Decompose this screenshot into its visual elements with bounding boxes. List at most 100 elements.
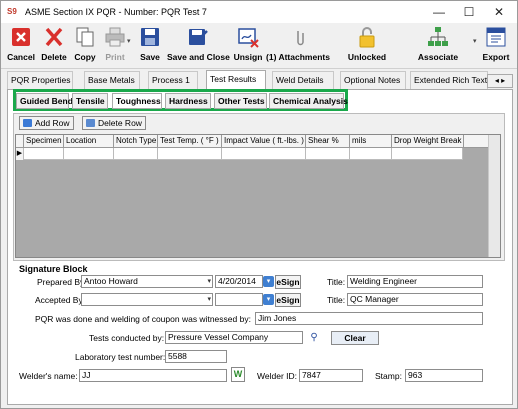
- welder-id-label: Welder ID:: [257, 371, 297, 381]
- lab-test-number-label: Laboratory test number:: [75, 352, 166, 362]
- prepared-by-label: Prepared By:: [37, 277, 87, 287]
- binoculars-search-icon[interactable]: ⚲: [307, 331, 321, 345]
- copy-icon: [73, 25, 97, 49]
- accepted-date-field[interactable]: [215, 293, 263, 306]
- grid-header[interactable]: Shear %: [306, 135, 350, 148]
- witness-label: PQR was done and welding of coupon was w…: [35, 314, 251, 324]
- pqr-window: S9 ASME Section IX PQR - Number: PQR Tes…: [0, 0, 518, 409]
- stamp-label: Stamp:: [375, 371, 402, 381]
- delete-row-button[interactable]: Delete Row: [82, 116, 146, 130]
- chevron-down-icon: ▾: [207, 278, 211, 285]
- accepted-title-label: Title:: [327, 295, 346, 305]
- tab-scroll-arrows[interactable]: ◂ ▸: [487, 74, 513, 88]
- paperclip-icon: [286, 25, 310, 49]
- associate-dropdown-arrow-icon[interactable]: ▾: [473, 37, 477, 45]
- grid-vertical-scrollbar[interactable]: [488, 135, 500, 257]
- clear-button[interactable]: Clear: [331, 331, 379, 345]
- export-icon: [484, 25, 508, 49]
- grid-cell[interactable]: [350, 148, 392, 160]
- save-disk-icon: [138, 25, 162, 49]
- grid-corner: [16, 135, 24, 148]
- main-tab-strip: PQR Properties Base Metals Process 1 Tes…: [7, 70, 513, 90]
- unlocked-button[interactable]: Unlocked: [347, 25, 387, 67]
- grid-header[interactable]: Impact Value ( ft.-lbs. ): [222, 135, 306, 148]
- tab-optional-notes[interactable]: Optional Notes: [340, 71, 406, 89]
- esign-button[interactable]: eSign: [275, 293, 301, 307]
- save-and-close-button[interactable]: Save and Close: [167, 25, 230, 67]
- tab-process-1[interactable]: Process 1: [148, 71, 198, 89]
- delete-button[interactable]: Delete: [38, 25, 70, 67]
- cancel-icon: [9, 25, 33, 49]
- grid-cell[interactable]: [306, 148, 350, 160]
- table-row[interactable]: ▶: [16, 148, 463, 160]
- subtab-guided-bend[interactable]: Guided Bend: [16, 93, 73, 109]
- calendar-dropdown-icon[interactable]: ▾: [263, 276, 274, 287]
- add-row-icon: [23, 119, 32, 127]
- delete-row-label: Delete Row: [98, 118, 142, 128]
- grid-header[interactable]: Notch Type: [114, 135, 158, 148]
- grid-header[interactable]: Drop Weight Break: [392, 135, 464, 148]
- prepared-date-field[interactable]: 4/20/2014: [215, 275, 263, 288]
- grid-cell[interactable]: [64, 148, 114, 160]
- chevron-down-icon: ▾: [207, 296, 211, 303]
- printer-icon: [103, 25, 127, 49]
- welder-id-field[interactable]: 7847: [299, 369, 363, 382]
- welder-name-field[interactable]: JJ: [79, 369, 227, 382]
- add-row-label: Add Row: [35, 118, 70, 128]
- delete-row-icon: [86, 119, 95, 127]
- maximize-button[interactable]: ☐: [455, 3, 483, 21]
- copy-button[interactable]: Copy: [71, 25, 99, 67]
- tab-weld-details[interactable]: Weld Details: [272, 71, 334, 89]
- row-selector-arrow-icon[interactable]: ▶: [16, 148, 24, 160]
- accepted-by-combo[interactable]: ▾: [81, 293, 213, 306]
- grid-cell[interactable]: [24, 148, 64, 160]
- export-button[interactable]: Export: [481, 25, 511, 67]
- subtab-chemical-analysis[interactable]: Chemical Analysis: [269, 93, 348, 109]
- grid-cell[interactable]: [222, 148, 306, 160]
- esign-button[interactable]: eSign: [275, 275, 301, 289]
- save-button[interactable]: Save: [135, 25, 165, 67]
- toolbar: Cancel Delete Copy Print ▾ Save Save and…: [1, 23, 517, 69]
- tab-pqr-properties[interactable]: PQR Properties: [7, 71, 73, 89]
- prepared-title-label: Title:: [327, 277, 346, 287]
- title-bar: S9 ASME Section IX PQR - Number: PQR Tes…: [1, 1, 517, 23]
- associate-button[interactable]: Associate ▾: [415, 25, 477, 67]
- subtab-tensile[interactable]: Tensile: [72, 93, 108, 109]
- minimize-button[interactable]: —: [425, 3, 453, 21]
- add-row-button[interactable]: Add Row: [19, 116, 74, 130]
- grid-cell[interactable]: [392, 148, 463, 160]
- tests-conducted-field[interactable]: Pressure Vessel Company: [165, 331, 303, 344]
- grid-header-row: Specimen Location Notch Type Test Temp. …: [16, 135, 488, 148]
- print-dropdown-arrow-icon[interactable]: ▾: [127, 37, 131, 45]
- subtab-toughness[interactable]: Toughness: [112, 93, 162, 109]
- attachments-button[interactable]: (1) Attachments: [266, 25, 330, 67]
- unsign-button[interactable]: Unsign: [233, 25, 263, 67]
- prepared-by-combo[interactable]: Antoo Howard ▾: [81, 275, 213, 288]
- grid-cell[interactable]: [114, 148, 158, 160]
- print-button[interactable]: Print ▾: [101, 25, 131, 67]
- grid-cell[interactable]: [158, 148, 222, 160]
- accepted-title-field[interactable]: QC Manager: [347, 293, 483, 306]
- witness-field[interactable]: Jim Jones: [255, 312, 483, 325]
- close-window-button[interactable]: ✕: [485, 3, 513, 21]
- cancel-button[interactable]: Cancel: [5, 25, 37, 67]
- padlock-icon: [355, 25, 379, 49]
- subtab-other-tests[interactable]: Other Tests: [214, 93, 267, 109]
- prepared-title-field[interactable]: Welding Engineer: [347, 275, 483, 288]
- welder-lookup-icon[interactable]: W: [231, 367, 245, 382]
- tab-test-results[interactable]: Test Results: [206, 70, 266, 90]
- grid-header[interactable]: mils: [350, 135, 392, 148]
- calendar-dropdown-icon[interactable]: ▾: [263, 294, 274, 305]
- tab-base-metals[interactable]: Base Metals: [84, 71, 140, 89]
- delete-x-icon: [42, 25, 66, 49]
- stamp-field[interactable]: 963: [405, 369, 483, 382]
- hierarchy-icon: [426, 25, 450, 49]
- lab-test-number-field[interactable]: 5588: [165, 350, 227, 363]
- grid-header[interactable]: Test Temp. ( °F ): [158, 135, 222, 148]
- tab-extended-rich-text[interactable]: Extended Rich Text: [410, 71, 488, 89]
- grid-header[interactable]: Specimen: [24, 135, 64, 148]
- grid-header[interactable]: Location: [64, 135, 114, 148]
- window-title: ASME Section IX PQR - Number: PQR Test 7: [25, 7, 207, 17]
- accepted-by-label: Accepted By:: [35, 295, 86, 305]
- subtab-hardness[interactable]: Hardness: [165, 93, 211, 109]
